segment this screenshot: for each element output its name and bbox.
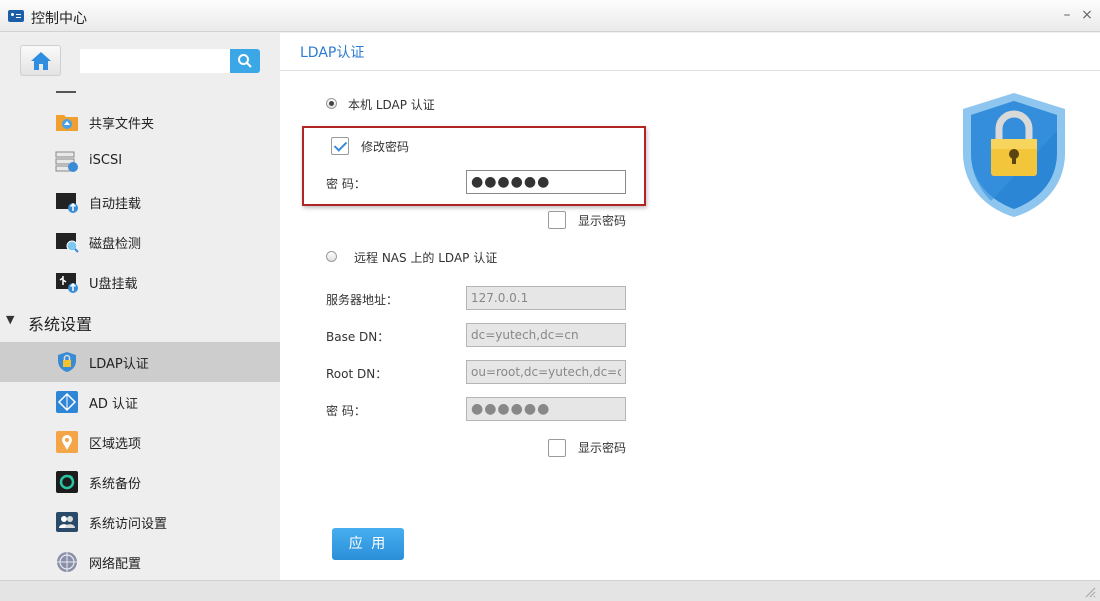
remote-show-password-label: 显示密码 xyxy=(578,441,627,455)
home-button[interactable] xyxy=(20,45,61,76)
root-dn-input[interactable] xyxy=(466,360,626,384)
change-password-highlight xyxy=(302,126,646,206)
remote-password-input[interactable] xyxy=(466,397,626,421)
root-dn-label: Root DN： xyxy=(326,367,388,381)
sidebar-item-ad[interactable]: AD 认证 xyxy=(0,382,280,422)
sidebar-item-label: iSCSI xyxy=(89,153,123,168)
auto-mount-icon xyxy=(56,193,78,213)
sidebar-item-label: AD 认证 xyxy=(89,397,139,412)
sidebar-item-label: 系统备份 xyxy=(89,477,142,492)
remote-show-password-checkbox[interactable] xyxy=(548,439,566,457)
title-bar: 控制中心 – × xyxy=(0,0,1100,32)
sidebar-item-ldap[interactable]: LDAP认证 xyxy=(0,342,280,382)
sidebar-item-region[interactable]: 区域选项 xyxy=(0,422,280,462)
region-icon xyxy=(56,431,78,453)
section-system-settings[interactable]: ▼ 系统设置 xyxy=(0,301,280,341)
sidebar-item-iscsi[interactable]: iSCSI xyxy=(0,142,280,182)
page-title: LDAP认证 xyxy=(300,45,365,61)
window-title: 控制中心 xyxy=(31,11,87,27)
sidebar-item-label: 磁盘检测 xyxy=(89,237,142,252)
minimize-button[interactable]: – xyxy=(1058,6,1076,24)
ldap-shield-icon xyxy=(58,352,76,372)
server-address-label: 服务器地址： xyxy=(326,293,399,307)
remote-ldap-label: 远程 NAS 上的 LDAP 认证 xyxy=(354,251,498,265)
status-bar xyxy=(0,580,1100,601)
backup-icon xyxy=(56,471,78,493)
access-icon xyxy=(56,512,78,532)
title-divider xyxy=(280,70,1100,71)
base-dn-label: Base DN： xyxy=(326,330,390,344)
sidebar-item-shared-folder[interactable]: 共享文件夹 xyxy=(0,102,280,142)
section-label: 系统设置 xyxy=(28,315,93,334)
local-ldap-radio[interactable] xyxy=(326,98,337,109)
local-show-password-checkbox[interactable] xyxy=(548,211,566,229)
control-center-icon xyxy=(8,10,24,22)
ad-icon xyxy=(56,391,78,413)
remote-ldap-radio[interactable] xyxy=(326,251,337,262)
sidebar-item-network[interactable]: 网络配置 xyxy=(0,542,280,580)
usb-mount-icon xyxy=(56,273,78,293)
disk-check-icon xyxy=(56,233,79,253)
security-shield-icon xyxy=(963,93,1065,217)
sidebar-item-label: 自动挂载 xyxy=(89,197,142,212)
server-address-input[interactable] xyxy=(466,286,626,310)
resize-grip-icon[interactable] xyxy=(1084,586,1096,598)
sidebar-item-label: 系统访问设置 xyxy=(89,517,168,532)
local-password-label: 密 码： xyxy=(326,177,366,191)
sidebar: 共享文件夹 iSCSI 自动挂载 磁盘检测 U盘挂载 ▼ 系统设置 LDAP认证… xyxy=(0,33,280,580)
remote-password-label: 密 码： xyxy=(326,404,366,418)
sidebar-item-disk-check[interactable]: 磁盘检测 xyxy=(0,222,280,262)
close-button[interactable]: × xyxy=(1078,6,1096,24)
sidebar-item-auto-mount[interactable]: 自动挂载 xyxy=(0,182,280,222)
search-button[interactable] xyxy=(230,49,260,73)
sidebar-item-system-access[interactable]: 系统访问设置 xyxy=(0,502,280,542)
change-password-checkbox[interactable] xyxy=(331,137,349,155)
local-ldap-label: 本机 LDAP 认证 xyxy=(348,98,435,112)
search-input[interactable] xyxy=(80,49,230,73)
apply-button[interactable]: 应 用 xyxy=(332,528,404,560)
sidebar-item-usb-mount[interactable]: U盘挂载 xyxy=(0,262,280,302)
home-icon xyxy=(31,52,51,70)
change-password-label: 修改密码 xyxy=(361,140,410,154)
search-icon xyxy=(238,54,252,68)
base-dn-input[interactable] xyxy=(466,323,626,347)
sidebar-item-label: 网络配置 xyxy=(89,557,142,572)
iscsi-icon xyxy=(55,151,78,172)
main-panel: LDAP认证 本机 LDAP 认证 修改密码 密 码： 显示密码 远程 NAS … xyxy=(280,33,1100,580)
sidebar-item-label: LDAP认证 xyxy=(89,357,149,372)
shared-folder-icon xyxy=(56,115,78,131)
local-show-password-label: 显示密码 xyxy=(578,214,627,228)
sidebar-item-label: 共享文件夹 xyxy=(89,117,155,132)
sidebar-item-label: U盘挂载 xyxy=(89,277,138,292)
sidebar-item-backup[interactable]: 系统备份 xyxy=(0,462,280,502)
local-password-input[interactable] xyxy=(466,170,626,194)
scrolled-item-fragment xyxy=(56,91,76,93)
collapse-arrow-icon: ▼ xyxy=(6,313,15,326)
network-icon xyxy=(57,552,77,572)
sidebar-item-label: 区域选项 xyxy=(89,437,142,452)
